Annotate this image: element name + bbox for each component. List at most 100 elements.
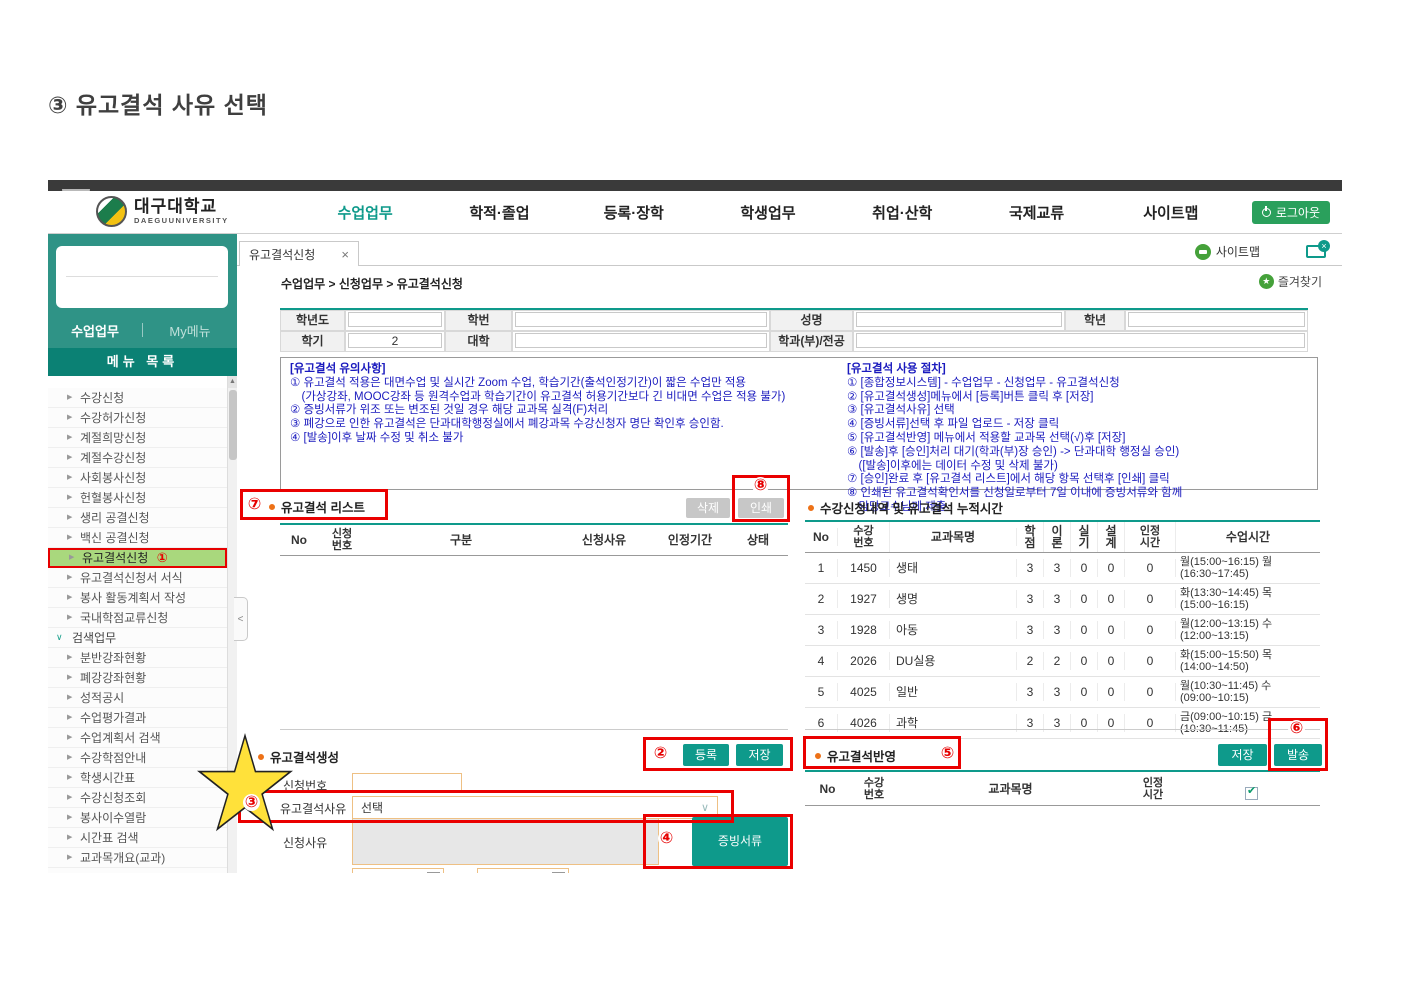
login-info-box (56, 246, 228, 308)
sidebar-menu-item[interactable]: ▶ ∨ 수강허가신청 (48, 408, 227, 428)
sidebar-menu-item[interactable]: ▶ ∨ 폐강강좌현황 (48, 668, 227, 688)
triangle-right-icon: ▶ (67, 814, 73, 821)
sidebar-menu-item[interactable]: ▶ ∨ 시간표 검색 (48, 828, 227, 848)
delete-button[interactable]: 삭제 (686, 498, 730, 518)
page-title: ③ 유고결석 사유 선택 (48, 92, 268, 118)
period-end-field[interactable] (477, 868, 569, 873)
absence-reason-select[interactable]: 선택 ∨ (352, 796, 718, 819)
sidebar-menu-item[interactable]: ▶ ∨ 성적공시 (48, 688, 227, 708)
department-field[interactable] (856, 333, 1305, 348)
sidebar-menu-item[interactable]: ▶ ∨ 헌혈봉사신청 (48, 488, 227, 508)
sidebar-item-label: 학생시간표 (80, 771, 136, 785)
sidebar-menu-item[interactable]: ▶ ∨ 수강신청 (48, 388, 227, 408)
create-save-button[interactable]: 저장 (736, 744, 783, 766)
section-bullet-icon (808, 504, 814, 511)
sidebar-menu-item[interactable]: ▶ ∨ 수업평가결과 (48, 708, 227, 728)
notice-procedure: [유고결석 사용 절차] ① [종합정보시스템] - 수업업무 - 신청업무 -… (847, 363, 1312, 515)
university-logo[interactable]: 대구대학교 DAEGUUNIVERSITY (96, 196, 229, 227)
course-section-title: 수강신청내역 및 유고결석 누적시간 (808, 498, 1003, 517)
triangle-right-icon: ▶ (67, 474, 73, 481)
chevron-down-icon: ∨ (56, 632, 63, 642)
student-id-field[interactable] (515, 312, 767, 327)
apply-save-button[interactable]: 저장 (1218, 744, 1267, 766)
nav-registration-scholarship[interactable]: 등록·장학 (567, 191, 701, 234)
nav-records-graduation[interactable]: 학적·졸업 (432, 191, 566, 234)
section-bullet-icon (269, 503, 275, 510)
nav-career-industry[interactable]: 취업·산학 (835, 191, 969, 234)
sidebar-item-label: 검색업무 (72, 631, 117, 645)
sidebar-menu-item[interactable]: ▶ ∨ 사회봉사신청 (48, 468, 227, 488)
college-field[interactable] (515, 333, 767, 348)
sidebar-menu-item[interactable]: ▶ ∨ 수강신청조회 (48, 788, 227, 808)
sidebar-tab-mymenu[interactable]: My메뉴 (143, 321, 237, 340)
sidebar-menu-item[interactable]: ▶ ∨ 생리 공결신청 (48, 508, 227, 528)
close-icon[interactable]: × (341, 247, 349, 262)
sidebar-item-label: 수업계획서 검색 (80, 731, 161, 745)
sidebar-menu-item[interactable]: ▶ ∨ 수강학점안내 (48, 748, 227, 768)
sidebar-item-label: 계절희망신청 (80, 431, 147, 445)
sidebar-menu-item[interactable]: ▶ ∨ 계절수강신청 (48, 448, 227, 468)
calendar-icon[interactable] (427, 872, 440, 873)
print-button[interactable]: 인쇄 (738, 498, 784, 518)
sidebar-menu-item[interactable]: ▶ ∨ 봉사이수열람 (48, 808, 227, 828)
triangle-right-icon: ▶ (67, 514, 73, 521)
calendar-icon[interactable] (552, 872, 565, 873)
sidebar-menu-item[interactable]: ▶ ∨ 유고결석신청서 서식 (48, 568, 227, 588)
scroll-up-icon[interactable]: ▲ (228, 376, 237, 388)
annotation-marker-4: ④ (658, 830, 675, 847)
sidebar-item-label: 국내학점교류신청 (80, 611, 169, 625)
sidebar-menu-item[interactable]: ▶ ∨ 계절희망신청 (48, 428, 227, 448)
sidebar-menu-item[interactable]: ▶ ∨ 검색업무 (48, 628, 227, 648)
sidebar-item-label: 성적공시 (80, 691, 125, 705)
sidebar-menu-item[interactable]: ▶ ∨ 봉사 활동계획서 작성 (48, 588, 227, 608)
triangle-right-icon: ▶ (67, 534, 73, 541)
window-close-icon[interactable] (1306, 240, 1330, 258)
sidebar-menu-item[interactable]: ▶ ∨ 교과목개요(교과) (48, 848, 227, 868)
triangle-right-icon: ▶ (67, 868, 72, 873)
select-all-checkbox[interactable]: ✔ (1245, 785, 1258, 800)
sidebar-item-label: 수업평가결과 (80, 711, 147, 725)
notice-procedure-title: [유고결석 사용 절차] (847, 363, 946, 375)
tab-absence-application[interactable]: 유고결석신청 × (239, 241, 359, 266)
sidebar-collapse-handle[interactable]: < (234, 597, 248, 641)
sidebar-tab-course[interactable]: 수업업무 (48, 321, 142, 340)
sidebar-item-label: 수강신청 (80, 391, 125, 405)
period-start-field[interactable] (352, 868, 444, 873)
scrollbar-thumb[interactable] (229, 390, 237, 460)
application-no-field[interactable] (352, 773, 462, 793)
sidebar-menu-item[interactable]: ▶ ∨ 분반강좌현황 (48, 648, 227, 668)
sitemap-button[interactable]: 사이트맵 (1194, 243, 1260, 260)
sidebar-item-label: 분반강좌현황 (80, 651, 147, 665)
grade-field[interactable] (1128, 312, 1305, 327)
nav-student-affairs[interactable]: 학생업무 (701, 191, 835, 234)
absence-reason-selected-value: 선택 (361, 801, 384, 815)
triangle-right-icon: ▶ (67, 834, 73, 841)
favorite-button[interactable]: ★ 즐겨찾기 (1258, 273, 1322, 290)
nav-sitemap[interactable]: 사이트맵 (1104, 191, 1238, 234)
sidebar-menu-item[interactable]: ▶ ∨ 국내학점교류신청 (48, 608, 227, 628)
sidebar-item-label: 봉사 활동계획서 작성 (80, 591, 187, 605)
nav-international[interactable]: 국제교류 (969, 191, 1103, 234)
nav-course-affairs[interactable]: 수업업무 (298, 191, 432, 234)
annotation-marker-2: ② (652, 745, 669, 762)
logout-button[interactable]: 로그아웃 (1251, 201, 1330, 224)
year-field[interactable] (348, 312, 442, 327)
send-button[interactable]: 발송 (1274, 744, 1322, 766)
sidebar-menu-item[interactable]: ▶ ∨ 유고결석신청 ① (48, 548, 227, 568)
attach-documents-button[interactable]: 증빙서류 (692, 817, 788, 866)
sidebar-menu-item[interactable]: ▶ ∨ (48, 868, 227, 873)
register-button[interactable]: 등록 (683, 744, 729, 766)
label-name: 성명 (770, 310, 853, 331)
application-reason-field[interactable] (352, 818, 659, 865)
name-field[interactable] (856, 312, 1062, 327)
sidebar-item-label: 헌혈봉사신청 (80, 491, 147, 505)
sidebar-menu-item[interactable]: ▶ ∨ 백신 공결신청 (48, 528, 227, 548)
triangle-right-icon: ▶ (67, 434, 73, 441)
university-emblem-icon (96, 196, 127, 227)
sidebar-menu-item[interactable]: ▶ ∨ 수업계획서 검색 (48, 728, 227, 748)
window-tab-bar: 유고결석신청 × 사이트맵 (237, 238, 1342, 266)
term-field[interactable]: 2 (348, 333, 442, 348)
course-table: No 수강 번호 교과목명 학 점 이 론 실 기 설 계 인정 시간 수업시간… (805, 520, 1320, 739)
label-application-reason: 신청사유 (283, 836, 328, 850)
label-college: 대학 (445, 331, 512, 352)
